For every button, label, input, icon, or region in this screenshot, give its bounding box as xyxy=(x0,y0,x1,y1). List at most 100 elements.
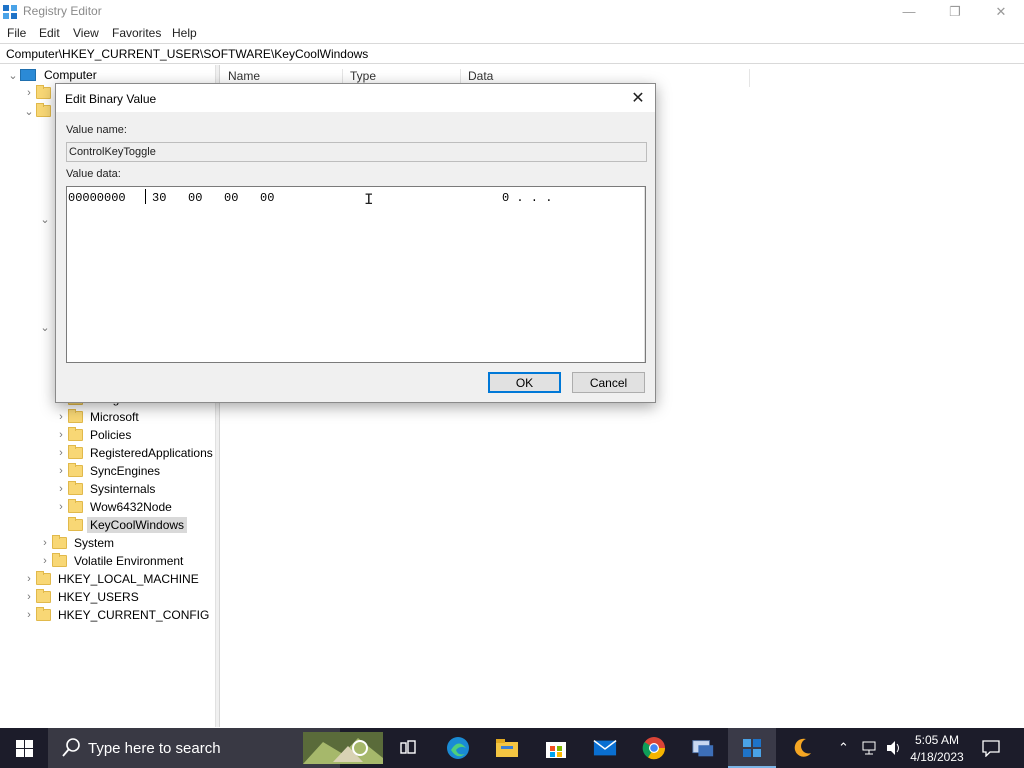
volume-icon[interactable] xyxy=(885,740,903,756)
ascii-preview[interactable]: 0 . . . xyxy=(502,191,552,205)
value-data-label: Value data: xyxy=(66,168,121,180)
chevron-right-icon[interactable]: › xyxy=(22,609,36,621)
taskbar: Type here to search ⌃ 5:05 AM 4/18/2023 xyxy=(0,728,1024,768)
address-bar[interactable]: Computer\HKEY_CURRENT_USER\SOFTWARE\KeyC… xyxy=(0,43,1024,64)
folder-icon xyxy=(68,463,83,477)
chevron-right-icon[interactable]: › xyxy=(54,483,68,495)
tree-item-hkcu[interactable]: ⌄ xyxy=(22,102,55,120)
tree-item-policies[interactable]: › Policies xyxy=(54,426,134,444)
menu-file[interactable]: File xyxy=(7,26,26,40)
chevron-right-icon[interactable]: › xyxy=(22,591,36,603)
tree-item-registeredapplications[interactable]: › RegisteredApplications xyxy=(54,444,215,462)
tree-item-hkcc[interactable]: › HKEY_CURRENT_CONFIG xyxy=(22,606,212,624)
store-icon[interactable] xyxy=(544,736,568,760)
value-name-field[interactable]: ControlKeyToggle xyxy=(66,142,647,162)
text-caret xyxy=(145,189,146,204)
value-name-label: Value name: xyxy=(66,124,127,136)
edit-binary-value-dialog: Edit Binary Value ✕ Value name: ControlK… xyxy=(55,83,656,403)
tree-item-keycoolwindows[interactable]: KeyCoolWindows xyxy=(54,516,188,534)
ok-button[interactable]: OK xyxy=(488,372,561,393)
chrome-icon[interactable] xyxy=(642,736,666,760)
edge-icon[interactable] xyxy=(446,736,470,760)
night-light-icon[interactable] xyxy=(790,736,814,760)
tree-item-syncengines[interactable]: › SyncEngines xyxy=(54,462,163,480)
tree-item-collapsed[interactable]: ⌄ xyxy=(38,210,52,228)
clock-time[interactable]: 5:05 AM xyxy=(908,733,966,747)
tree-label: Sysinternals xyxy=(90,482,156,496)
network-icon[interactable] xyxy=(862,741,880,755)
chevron-up-icon[interactable]: ⌃ xyxy=(838,740,849,756)
folder-icon xyxy=(36,85,51,99)
menu-bar: File Edit View Favorites Help xyxy=(0,23,1024,43)
chevron-down-icon[interactable]: ⌄ xyxy=(38,321,52,334)
chevron-right-icon[interactable]: › xyxy=(54,447,68,459)
value-data-editor[interactable]: 00000000 30 00 00 00 0 . . . I xyxy=(66,186,646,363)
cancel-button[interactable]: Cancel xyxy=(572,372,645,393)
windows-logo-icon xyxy=(15,739,33,757)
search-icon xyxy=(62,738,80,757)
mail-icon[interactable] xyxy=(593,736,617,760)
computer-icon xyxy=(20,69,36,81)
task-view-icon[interactable] xyxy=(396,736,420,760)
hex-bytes[interactable]: 30 00 00 00 xyxy=(152,191,274,205)
start-button[interactable] xyxy=(0,728,48,768)
chevron-right-icon[interactable]: › xyxy=(22,573,36,585)
menu-favorites[interactable]: Favorites xyxy=(112,26,161,40)
ibeam-cursor-icon: I xyxy=(364,191,374,209)
menu-edit[interactable]: Edit xyxy=(39,26,60,40)
address-path[interactable]: Computer\HKEY_CURRENT_USER\SOFTWARE\KeyC… xyxy=(6,47,368,61)
tree-label: SyncEngines xyxy=(90,464,161,478)
tree-item-system[interactable]: › System xyxy=(38,534,117,552)
restore-button[interactable]: ❐ xyxy=(932,0,978,23)
editor-border xyxy=(644,187,645,362)
menu-view[interactable]: View xyxy=(73,26,99,40)
tree-label: System xyxy=(74,536,115,550)
search-placeholder: Type here to search xyxy=(88,740,221,757)
chevron-down-icon[interactable]: ⌄ xyxy=(6,69,20,82)
chevron-down-icon[interactable]: ⌄ xyxy=(22,105,36,118)
clock-date[interactable]: 4/18/2023 xyxy=(908,750,966,764)
file-explorer-icon[interactable] xyxy=(495,736,519,760)
regedit-icon[interactable] xyxy=(740,736,764,760)
tree-label: KeyCoolWindows xyxy=(87,517,188,533)
cortana-icon[interactable] xyxy=(348,736,372,760)
tree-item-software[interactable]: ⌄ xyxy=(38,318,52,336)
menu-help[interactable]: Help xyxy=(172,26,197,40)
chevron-right-icon[interactable]: › xyxy=(38,555,52,567)
notifications-icon[interactable] xyxy=(982,739,1000,757)
chevron-down-icon[interactable]: ⌄ xyxy=(38,213,52,226)
chevron-right-icon[interactable]: › xyxy=(54,501,68,513)
hex-offset: 00000000 xyxy=(68,191,126,205)
chevron-right-icon[interactable]: › xyxy=(38,537,52,549)
tree-label: Microsoft xyxy=(90,410,139,424)
close-window-button[interactable]: ✕ xyxy=(978,0,1024,23)
chevron-right-icon[interactable]: › xyxy=(54,411,68,423)
tree-item-wow6432node[interactable]: › Wow6432Node xyxy=(54,498,175,516)
close-icon[interactable]: ✕ xyxy=(627,87,649,109)
tree-label: Volatile Environment xyxy=(74,554,184,568)
folder-icon xyxy=(68,517,83,531)
tree-item-microsoft[interactable]: › Microsoft xyxy=(54,408,142,426)
folder-icon xyxy=(68,445,83,459)
tree-item-computer[interactable]: ⌄ Computer xyxy=(6,66,100,84)
folder-icon xyxy=(52,553,67,567)
tree-item-hku[interactable]: › HKEY_USERS xyxy=(22,588,142,606)
tree-label: HKEY_USERS xyxy=(58,590,139,604)
folder-icon xyxy=(36,607,51,621)
tree-item-sysinternals[interactable]: › Sysinternals xyxy=(54,480,158,498)
tree-item-hkcr[interactable]: › xyxy=(22,84,55,102)
folder-icon xyxy=(52,535,67,549)
tree-item-volatile-environment[interactable]: › Volatile Environment xyxy=(38,552,186,570)
chevron-right-icon[interactable]: › xyxy=(54,429,68,441)
chevron-right-icon[interactable]: › xyxy=(22,87,36,99)
tree-label: HKEY_LOCAL_MACHINE xyxy=(58,572,199,586)
minimize-button[interactable]: — xyxy=(886,0,932,23)
tree-item-hklm[interactable]: › HKEY_LOCAL_MACHINE xyxy=(22,570,202,588)
tree-label: HKEY_CURRENT_CONFIG xyxy=(58,608,210,622)
taskbar-search-box[interactable]: Type here to search xyxy=(48,728,383,768)
tree-label: RegisteredApplications xyxy=(90,446,213,460)
chevron-right-icon[interactable]: › xyxy=(54,465,68,477)
network-tool-icon[interactable] xyxy=(691,736,715,760)
folder-icon xyxy=(36,571,51,585)
regedit-app-icon xyxy=(3,5,17,19)
